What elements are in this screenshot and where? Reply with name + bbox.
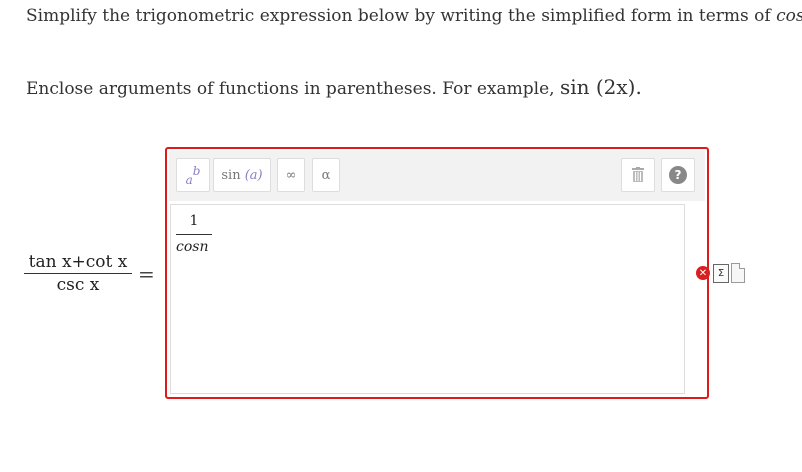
instruction-text-1: Simplify the trigonometric expression be… — [26, 6, 771, 26]
help-button[interactable]: ? — [661, 158, 695, 192]
clear-button[interactable] — [621, 158, 655, 192]
function-button[interactable]: sin (a) — [213, 158, 271, 192]
instruction-line-1: Simplify the trigonometric expression be… — [26, 6, 802, 26]
expression-denominator: csc x — [56, 275, 100, 295]
power-button[interactable]: a b — [176, 158, 210, 192]
equals-sign: = — [138, 262, 155, 286]
alpha-icon: α — [321, 167, 331, 183]
infinity-button[interactable]: ∞ — [277, 158, 305, 192]
answer-numerator: 1 — [189, 213, 199, 229]
infinity-icon: ∞ — [285, 167, 297, 183]
instruction-math-1: cos x. — [776, 6, 802, 26]
power-exponent: b — [192, 164, 201, 178]
greek-button[interactable]: α — [312, 158, 340, 192]
expression-fraction: tan x+cot x csc x — [24, 252, 132, 295]
function-label: sin — [221, 167, 241, 183]
document-icon[interactable] — [731, 263, 745, 283]
math-editor[interactable]: 1 cosn — [170, 204, 685, 394]
answer-fraction-bar — [176, 234, 212, 235]
math-toolbar: a b sin (a) ∞ α ? — [169, 151, 705, 201]
answer-denominator: cosn — [176, 239, 209, 255]
answer-input-box[interactable]: a b sin (a) ∞ α ? 1 cosn — [165, 147, 709, 399]
fraction-bar — [24, 273, 132, 274]
instruction-math-2: sin (2x). — [559, 75, 642, 99]
trash-icon — [632, 167, 644, 182]
sum-icon[interactable]: Σ — [713, 264, 729, 283]
power-base: a — [185, 172, 193, 187]
expression-numerator: tan x+cot x — [28, 252, 128, 272]
instruction-line-2: Enclose arguments of functions in parent… — [26, 75, 642, 99]
error-icon: ✕ — [696, 266, 710, 280]
help-icon: ? — [669, 166, 687, 184]
function-arg: (a) — [244, 167, 263, 183]
answer-fraction: 1 cosn — [176, 213, 212, 255]
instruction-text-2: Enclose arguments of functions in parent… — [26, 79, 555, 99]
